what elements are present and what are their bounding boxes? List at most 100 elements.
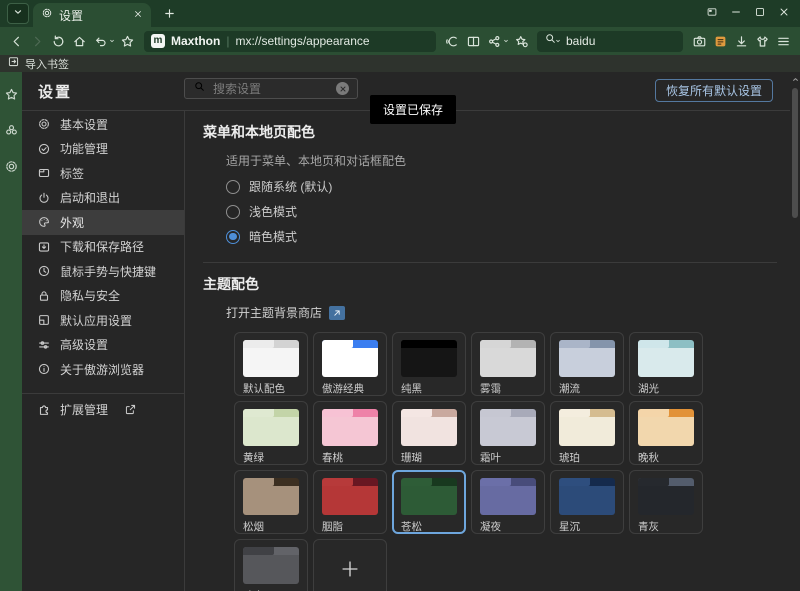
theme-pine-green[interactable]: 苍松 (392, 470, 466, 534)
sidebar-item-default-apps[interactable]: 默认应用设置 (22, 308, 184, 333)
toolbar-search-box[interactable]: baidu (537, 31, 683, 52)
screenshot-button[interactable] (689, 30, 710, 52)
forward-button[interactable] (27, 30, 48, 52)
theme-peach[interactable]: 春桃 (313, 401, 387, 465)
theme-night[interactable]: 凝夜 (471, 470, 545, 534)
radio-unchecked-icon[interactable] (226, 180, 240, 194)
theme-mist[interactable]: 雾霭 (471, 332, 545, 396)
theme-thumbnail (638, 340, 694, 377)
maxthon-logo: m (151, 34, 165, 48)
themes-grid: 默认配色傲游经典纯黑雾霭潮流湖光黄绿春桃珊瑚霜叶琥珀晚秋松烟胭脂苍松凝夜星沉青灰… (234, 332, 703, 591)
address-bar[interactable]: m Maxthon | mx://settings/appearance (144, 31, 436, 52)
theme-amber[interactable]: 琥珀 (550, 401, 624, 465)
sidebar-item-downloads[interactable]: 下载和保存路径 (22, 235, 184, 260)
page-scrollbar[interactable] (790, 72, 800, 591)
sidebar-item-gestures[interactable]: 鼠标手势与快捷键 (22, 259, 184, 284)
back-button[interactable] (6, 30, 27, 52)
tabicon-icon (37, 166, 51, 180)
sidebar-item-about[interactable]: 关于傲游浏览器 (22, 357, 184, 382)
theme-label: 珊瑚 (401, 450, 465, 465)
settings-sidebar: 基本设置功能管理标签启动和退出外观下载和保存路径鼠标手势与快捷键隐私与安全默认应… (22, 111, 185, 591)
theme-late-autumn[interactable]: 晚秋 (629, 401, 703, 465)
dropdown-caret-icon[interactable] (502, 37, 511, 45)
chevron-down-icon (12, 5, 24, 23)
theme-store-link[interactable]: 打开主题背景商店 (226, 304, 322, 321)
home-button[interactable] (69, 30, 90, 52)
theme-thumbnail (559, 340, 615, 377)
main-menu-button[interactable] (773, 30, 794, 52)
open-store-icon[interactable] (329, 306, 345, 320)
radio-unchecked-icon[interactable] (226, 205, 240, 219)
sidebar-item-privacy[interactable]: 隐私与安全 (22, 284, 184, 309)
tab-list-dropdown-button[interactable] (7, 3, 29, 24)
tab-close-icon[interactable] (133, 6, 143, 24)
search-engine-caret-icon[interactable] (554, 37, 563, 45)
rail-quick-access[interactable] (4, 123, 19, 143)
theme-classic[interactable]: 傲游经典 (313, 332, 387, 396)
new-tab-button[interactable] (163, 7, 176, 20)
theme-label: 潮流 (559, 381, 623, 396)
sidebar-item-features[interactable]: 功能管理 (22, 137, 184, 162)
theme-cyan-gray[interactable]: 青灰 (629, 470, 703, 534)
scroll-up-icon[interactable] (790, 74, 800, 84)
theme-trend[interactable]: 潮流 (550, 332, 624, 396)
theme-coral[interactable]: 珊瑚 (392, 401, 466, 465)
section-title-themes: 主题配色 (203, 274, 790, 294)
rail-favorites[interactable] (4, 87, 19, 107)
sidebar-item-label: 下载和保存路径 (60, 238, 144, 255)
lock-icon (37, 289, 51, 303)
theme-pine-smoke[interactable]: 松烟 (234, 470, 308, 534)
favorites-button[interactable] (117, 30, 138, 52)
dropdown-caret-icon[interactable] (108, 37, 117, 45)
reload-button[interactable] (48, 30, 69, 52)
favorites-manager-button[interactable] (511, 30, 532, 52)
theme-star-sink[interactable]: 星沉 (550, 470, 624, 534)
settings-search-input[interactable]: 搜索设置 (184, 78, 358, 99)
sidebar-item-advanced[interactable]: 高级设置 (22, 333, 184, 358)
sidebar-item-startup[interactable]: 启动和退出 (22, 186, 184, 211)
theme-dark-night[interactable]: 暗夜 (234, 539, 308, 591)
theme-default[interactable]: 默认配色 (234, 332, 308, 396)
import-bookmarks-button[interactable]: 导入书签 (25, 56, 69, 72)
read-aloud-button[interactable] (442, 30, 463, 52)
settings-app: 设置 搜索设置 恢复所有默认设置 设置已保存 基本设置功能管理标签启动和退出外观… (0, 72, 800, 591)
sidebar-item-tabs[interactable]: 标签 (22, 161, 184, 186)
theme-frost-leaf[interactable]: 霜叶 (471, 401, 545, 465)
close-window-button[interactable] (772, 1, 796, 27)
maxnote-button[interactable] (710, 30, 731, 52)
plus-icon (338, 557, 362, 586)
skins-button[interactable] (752, 30, 773, 52)
theme-thumbnail (243, 340, 299, 377)
theme-rouge[interactable]: 胭脂 (313, 470, 387, 534)
radio-option-light[interactable]: 浅色模式 (226, 199, 790, 224)
split-screen-button[interactable] (463, 30, 484, 52)
sidebar-item-extensions[interactable]: 扩展管理 (22, 398, 184, 423)
theme-thumbnail (401, 478, 457, 515)
active-tab[interactable]: 设置 (33, 3, 151, 27)
sidebar-item-basic[interactable]: 基本设置 (22, 112, 184, 137)
sidebar-item-label: 鼠标手势与快捷键 (60, 263, 156, 280)
page-title: 设置 (38, 81, 72, 102)
theme-black[interactable]: 纯黑 (392, 332, 466, 396)
sidebar-item-label: 标签 (60, 165, 84, 182)
add-theme-button[interactable] (313, 539, 387, 591)
sidebar-item-label: 隐私与安全 (60, 287, 120, 304)
maximize-button[interactable] (748, 1, 772, 27)
theme-yellow-green[interactable]: 黄绿 (234, 401, 308, 465)
rail-settings[interactable] (4, 159, 19, 179)
theme-label: 雾霭 (480, 381, 544, 396)
theme-label: 霜叶 (480, 450, 544, 465)
theme-thumbnail (322, 409, 378, 446)
downloads-button[interactable] (731, 30, 752, 52)
scrollbar-thumb[interactable] (792, 88, 798, 218)
theme-lake[interactable]: 湖光 (629, 332, 703, 396)
workspace-button[interactable] (700, 1, 724, 27)
restore-defaults-button[interactable]: 恢复所有默认设置 (655, 79, 773, 102)
settings-search-placeholder: 搜索设置 (213, 80, 336, 97)
radio-option-dark[interactable]: 暗色模式 (226, 224, 790, 249)
radio-option-system[interactable]: 跟随系统 (默认) (226, 174, 790, 199)
clear-search-button[interactable] (336, 82, 349, 95)
radio-checked-icon[interactable] (226, 230, 240, 244)
sidebar-item-appearance[interactable]: 外观 (22, 210, 184, 235)
minimize-button[interactable] (724, 1, 748, 27)
